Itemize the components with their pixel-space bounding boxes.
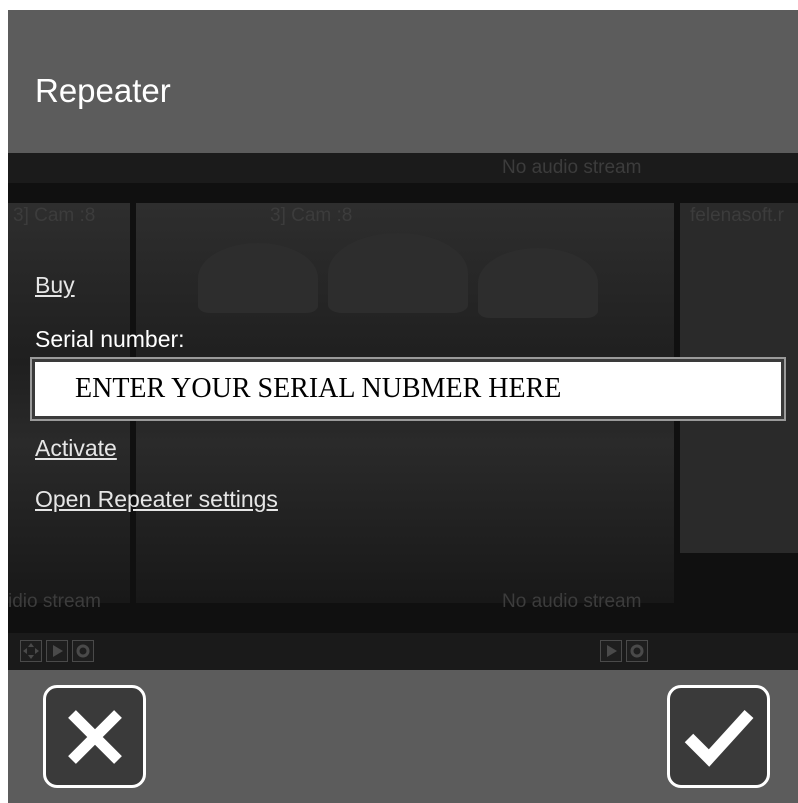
audio-status-right: No audio stream xyxy=(502,591,642,612)
serial-number-field-frame xyxy=(30,357,786,421)
dialog-title: Repeater xyxy=(35,72,171,109)
play-icon xyxy=(600,640,622,662)
activate-link[interactable]: Activate xyxy=(35,435,117,462)
serial-number-label: Serial number: xyxy=(35,326,185,352)
audio-status-top: No audio stream xyxy=(502,157,642,178)
audio-status-left: idio stream xyxy=(8,591,101,612)
repeater-dialog: Repeater No audio stream 3] Cam :8 3] Ca… xyxy=(8,10,798,803)
confirm-button[interactable] xyxy=(667,685,770,788)
gear-icon xyxy=(626,640,648,662)
title-bar: Repeater xyxy=(8,10,798,153)
camera-control-strip xyxy=(8,633,798,670)
bottom-bar xyxy=(8,670,798,803)
camera-label: felenasoft.r xyxy=(690,205,784,226)
camera-strip-top xyxy=(8,153,798,183)
scene-tree xyxy=(198,243,318,313)
buy-link[interactable]: Buy xyxy=(35,272,75,299)
camera-label: 3] Cam :8 xyxy=(270,205,353,226)
close-icon xyxy=(67,709,122,764)
camera-label: 3] Cam :8 xyxy=(13,205,96,226)
move-icon xyxy=(20,640,42,662)
scene-tree xyxy=(328,233,468,313)
play-icon xyxy=(46,640,68,662)
checkmark-icon xyxy=(684,709,753,767)
gear-icon xyxy=(72,640,94,662)
open-settings-link[interactable]: Open Repeater settings xyxy=(35,486,278,513)
serial-number-input[interactable] xyxy=(35,362,781,416)
scene-tree xyxy=(478,248,598,318)
cancel-button[interactable] xyxy=(43,685,146,788)
